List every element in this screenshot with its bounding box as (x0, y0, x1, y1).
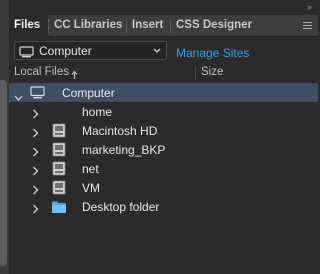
column-divider[interactable] (195, 66, 196, 80)
tab-insert[interactable]: Insert (127, 15, 168, 37)
tab-files[interactable]: Files (9, 15, 48, 37)
tree-row-net[interactable]: net (9, 159, 318, 178)
tree-row-home[interactable]: home (9, 102, 318, 121)
tree-row-label: marketing_BKP (82, 143, 166, 157)
tree-row-desktop-folder[interactable]: Desktop folder (9, 197, 318, 216)
site-select[interactable]: Computer (14, 41, 167, 60)
column-size[interactable]: Size (201, 66, 223, 78)
chevron-down-icon (152, 44, 162, 62)
tree-row-label: net (82, 162, 99, 176)
tree-row-vm[interactable]: VM (9, 178, 318, 197)
adjacent-panel-edge (0, 0, 9, 274)
tab-css-designer[interactable]: CSS Designer (171, 15, 257, 37)
site-select-value: Computer (39, 44, 92, 58)
panel-topbar: ›› (9, 0, 318, 15)
files-panel: ›› Files CC Libraries Insert CSS Designe… (9, 0, 318, 274)
tree-row-marketing-bkp[interactable]: marketing_BKP (9, 140, 318, 159)
computer-icon (19, 45, 34, 63)
tree-row-computer[interactable]: Computer (9, 83, 318, 102)
tree-row-macintosh-hd[interactable]: Macintosh HD (9, 121, 318, 140)
folder-icon (51, 200, 67, 219)
manage-sites-link[interactable]: Manage Sites (176, 46, 249, 60)
column-local-files[interactable]: Local Files (14, 66, 69, 78)
app-window: ›› Files CC Libraries Insert CSS Designe… (0, 0, 318, 274)
tab-cc-libraries[interactable]: CC Libraries (49, 15, 127, 37)
tree-row-label: Macintosh HD (82, 124, 158, 138)
chevron-right-icon[interactable] (32, 201, 39, 219)
tree-row-label: home (82, 105, 113, 119)
panel-tabs: Files CC Libraries Insert CSS Designer (9, 15, 318, 37)
column-header: Local Files Size (9, 64, 318, 82)
tree-row-label: VM (82, 181, 100, 195)
panel-menu-icon[interactable] (303, 22, 312, 30)
tree-row-label: Computer (62, 86, 115, 100)
tree-row-label: Desktop folder (82, 200, 160, 214)
collapse-panel-icon[interactable]: ›› (307, 2, 312, 12)
scrollbar-thumb[interactable] (0, 80, 7, 266)
